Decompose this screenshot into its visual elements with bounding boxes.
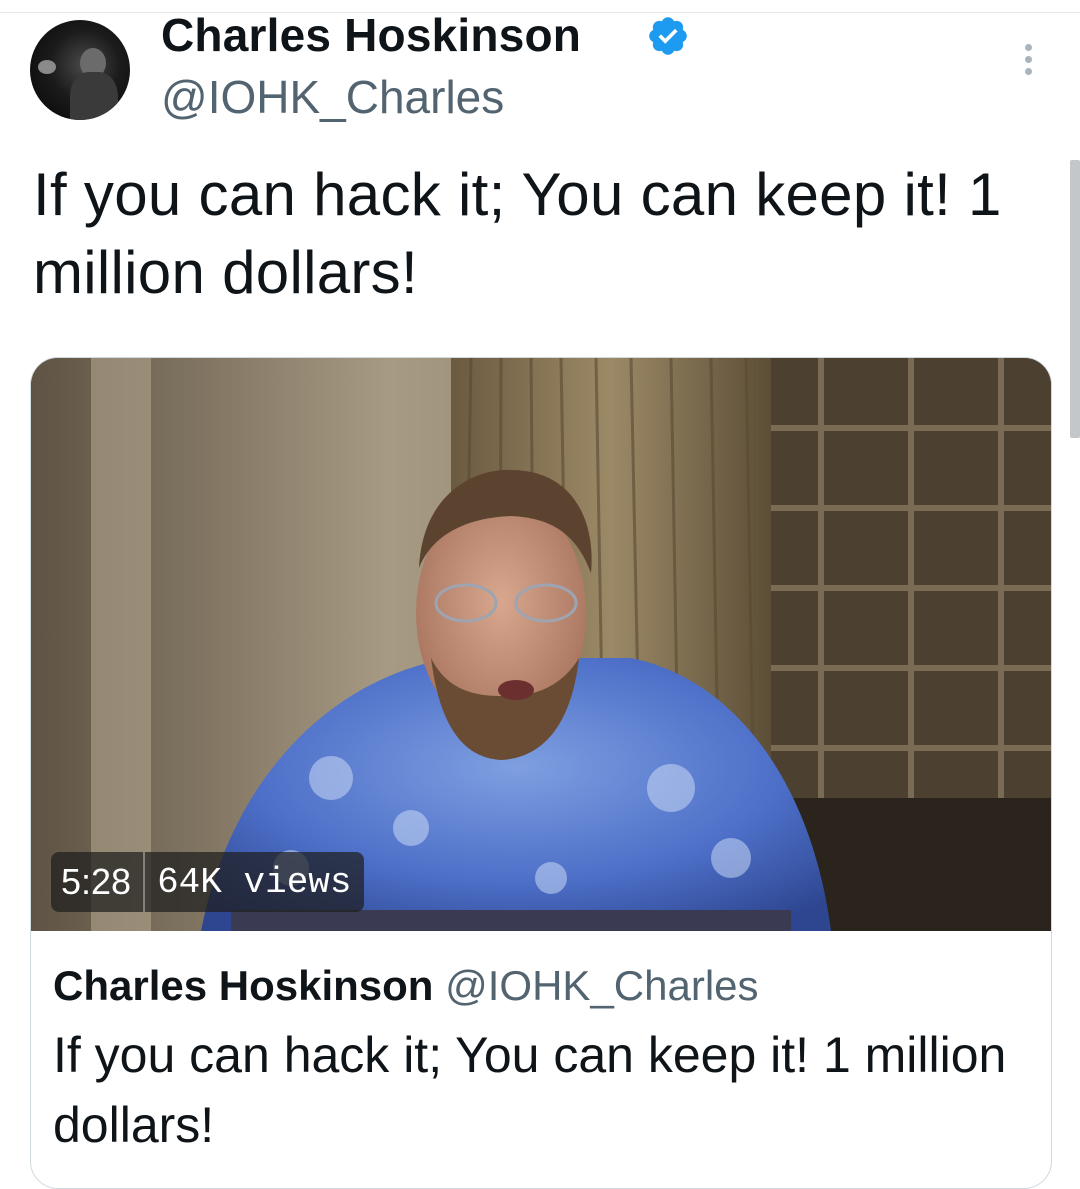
media-card[interactable]: 5:28 64K views Charles Hoskinson @IOHK_C… bbox=[30, 357, 1052, 1189]
video-player[interactable]: 5:28 64K views bbox=[31, 358, 1051, 931]
video-thumbnail bbox=[31, 358, 1051, 931]
verified-badge-icon bbox=[649, 17, 687, 55]
author-display-name[interactable]: Charles Hoskinson bbox=[161, 8, 581, 62]
card-author: Charles Hoskinson @IOHK_Charles bbox=[53, 958, 1033, 1014]
card-author-handle: @IOHK_Charles bbox=[445, 962, 759, 1009]
video-view-count: 64K views bbox=[157, 861, 352, 903]
author-handle[interactable]: @IOHK_Charles bbox=[161, 70, 504, 124]
card-body[interactable]: Charles Hoskinson @IOHK_Charles If you c… bbox=[53, 958, 1033, 1160]
video-duration: 5:28 bbox=[61, 861, 132, 902]
card-author-name: Charles Hoskinson bbox=[53, 962, 434, 1009]
avatar[interactable] bbox=[30, 20, 130, 120]
tweet-text: If you can hack it; You can keep it! 1 m… bbox=[33, 161, 1002, 306]
card-text: If you can hack it; You can keep it! 1 m… bbox=[53, 1027, 1007, 1153]
more-vertical-icon[interactable] bbox=[1010, 38, 1050, 82]
scrollbar[interactable] bbox=[1070, 160, 1080, 438]
video-stats-badge: 5:28 64K views bbox=[51, 852, 364, 912]
